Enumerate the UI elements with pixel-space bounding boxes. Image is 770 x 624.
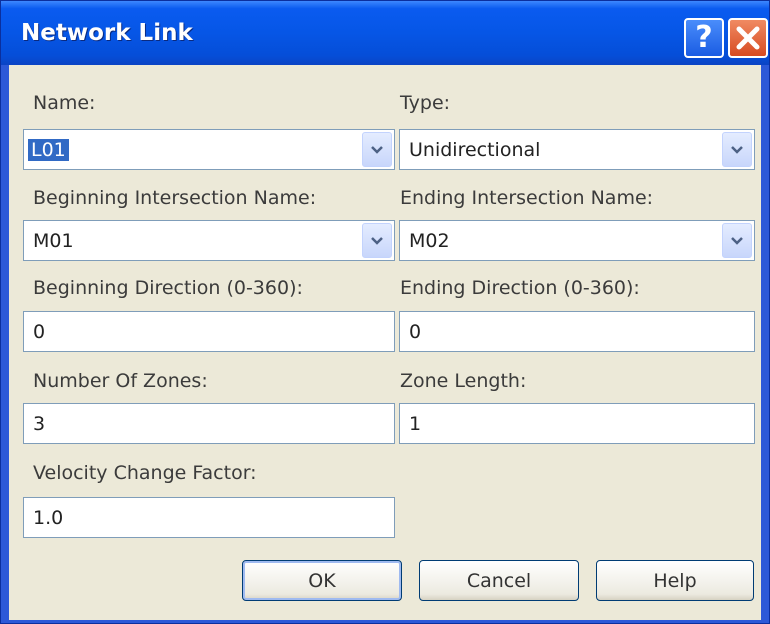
chevron-down-icon	[371, 236, 383, 245]
zone-length-label: Zone Length:	[400, 370, 527, 392]
beginning-intersection-dropdown-button[interactable]	[362, 223, 392, 258]
name-combobox[interactable]: L01	[23, 129, 395, 170]
chevron-down-icon	[731, 145, 743, 154]
type-dropdown-button[interactable]	[722, 132, 752, 167]
beginning-intersection-value: M01	[33, 230, 74, 252]
beginning-direction-input[interactable]: 0	[23, 311, 395, 352]
zone-length-input[interactable]: 1	[399, 403, 755, 444]
cancel-button[interactable]: Cancel	[419, 560, 579, 601]
chevron-down-icon	[731, 236, 743, 245]
dialog-body: Name: L01 Type: Unidirectional Beginning…	[9, 65, 761, 620]
velocity-change-factor-input[interactable]: 1.0	[23, 497, 395, 538]
number-of-zones-value: 3	[33, 413, 46, 435]
ending-intersection-combobox[interactable]: M02	[399, 220, 755, 261]
name-label: Name:	[33, 92, 96, 114]
beginning-direction-label: Beginning Direction (0-360):	[33, 277, 303, 299]
chevron-down-icon	[371, 145, 383, 154]
ending-intersection-label: Ending Intersection Name:	[400, 187, 654, 209]
close-icon	[736, 26, 760, 50]
dialog-title: Network Link	[21, 20, 193, 46]
beginning-intersection-label: Beginning Intersection Name:	[33, 187, 317, 209]
number-of-zones-label: Number Of Zones:	[33, 370, 208, 392]
help-title-button[interactable]: ?	[684, 18, 724, 58]
name-dropdown-button[interactable]	[362, 132, 392, 167]
type-value: Unidirectional	[409, 139, 541, 161]
question-icon: ?	[695, 20, 713, 55]
ending-intersection-dropdown-button[interactable]	[722, 223, 752, 258]
type-combobox[interactable]: Unidirectional	[399, 129, 755, 170]
zone-length-value: 1	[409, 413, 422, 435]
ending-direction-input[interactable]: 0	[399, 311, 755, 352]
ok-button[interactable]: OK	[242, 560, 402, 601]
beginning-direction-value: 0	[33, 321, 46, 343]
beginning-intersection-combobox[interactable]: M01	[23, 220, 395, 261]
close-button[interactable]	[728, 18, 768, 58]
help-button[interactable]: Help	[596, 560, 754, 601]
ending-direction-value: 0	[409, 321, 422, 343]
network-link-dialog: Network Link ? Name: L01 Type: Unidirect…	[0, 0, 770, 624]
velocity-change-factor-label: Velocity Change Factor:	[33, 462, 257, 484]
ending-intersection-value: M02	[409, 230, 450, 252]
ending-direction-label: Ending Direction (0-360):	[400, 277, 640, 299]
title-bar[interactable]: Network Link ?	[1, 1, 769, 65]
name-value: L01	[28, 139, 69, 161]
number-of-zones-input[interactable]: 3	[23, 403, 395, 444]
velocity-change-factor-value: 1.0	[33, 507, 64, 529]
type-label: Type:	[400, 92, 451, 114]
